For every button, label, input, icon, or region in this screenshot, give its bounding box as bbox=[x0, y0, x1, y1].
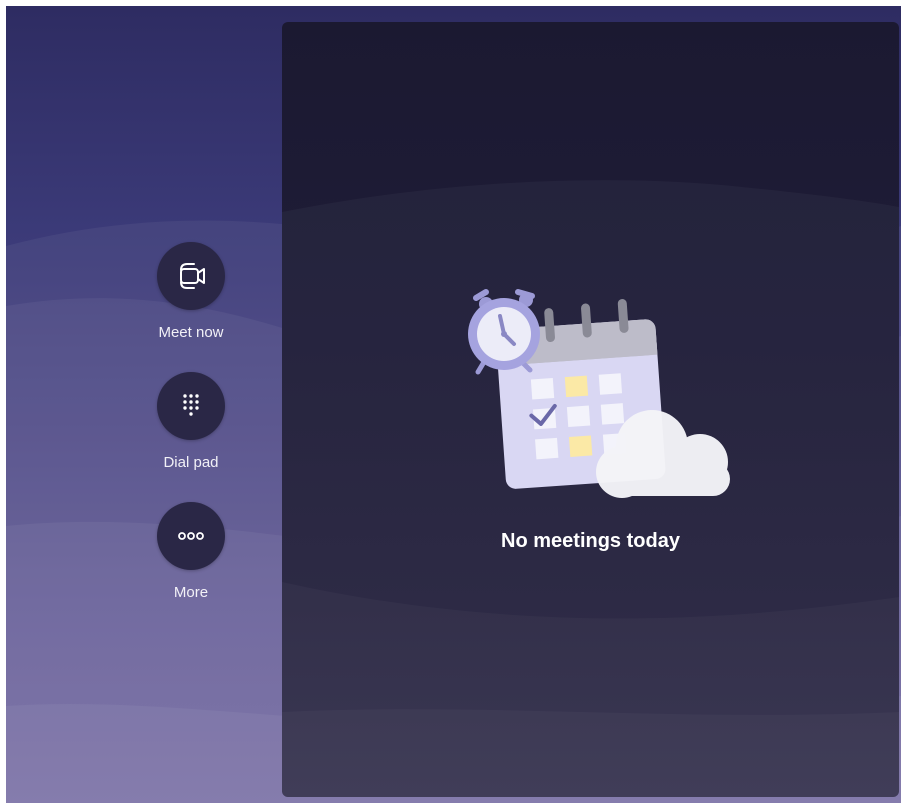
more-circle[interactable] bbox=[157, 502, 225, 570]
meet-now-label: Meet now bbox=[158, 324, 224, 341]
dial-pad-circle[interactable] bbox=[157, 372, 225, 440]
meetings-panel: No meetings today bbox=[282, 22, 899, 797]
more-button[interactable]: More bbox=[126, 502, 256, 612]
no-meetings-message: No meetings today bbox=[501, 530, 680, 552]
meet-now-circle[interactable] bbox=[157, 242, 225, 310]
dial-pad-icon bbox=[183, 394, 199, 416]
video-camera-icon bbox=[180, 263, 205, 289]
calendar-clock-cloud-illustration bbox=[468, 289, 730, 498]
app-window: Meet now Dial pad More No meetings today bbox=[6, 6, 901, 803]
more-icon bbox=[178, 532, 204, 540]
meet-now-button[interactable]: Meet now bbox=[126, 242, 256, 352]
dial-pad-button[interactable]: Dial pad bbox=[126, 372, 256, 482]
dial-pad-label: Dial pad bbox=[163, 454, 219, 471]
more-label: More bbox=[173, 584, 209, 601]
